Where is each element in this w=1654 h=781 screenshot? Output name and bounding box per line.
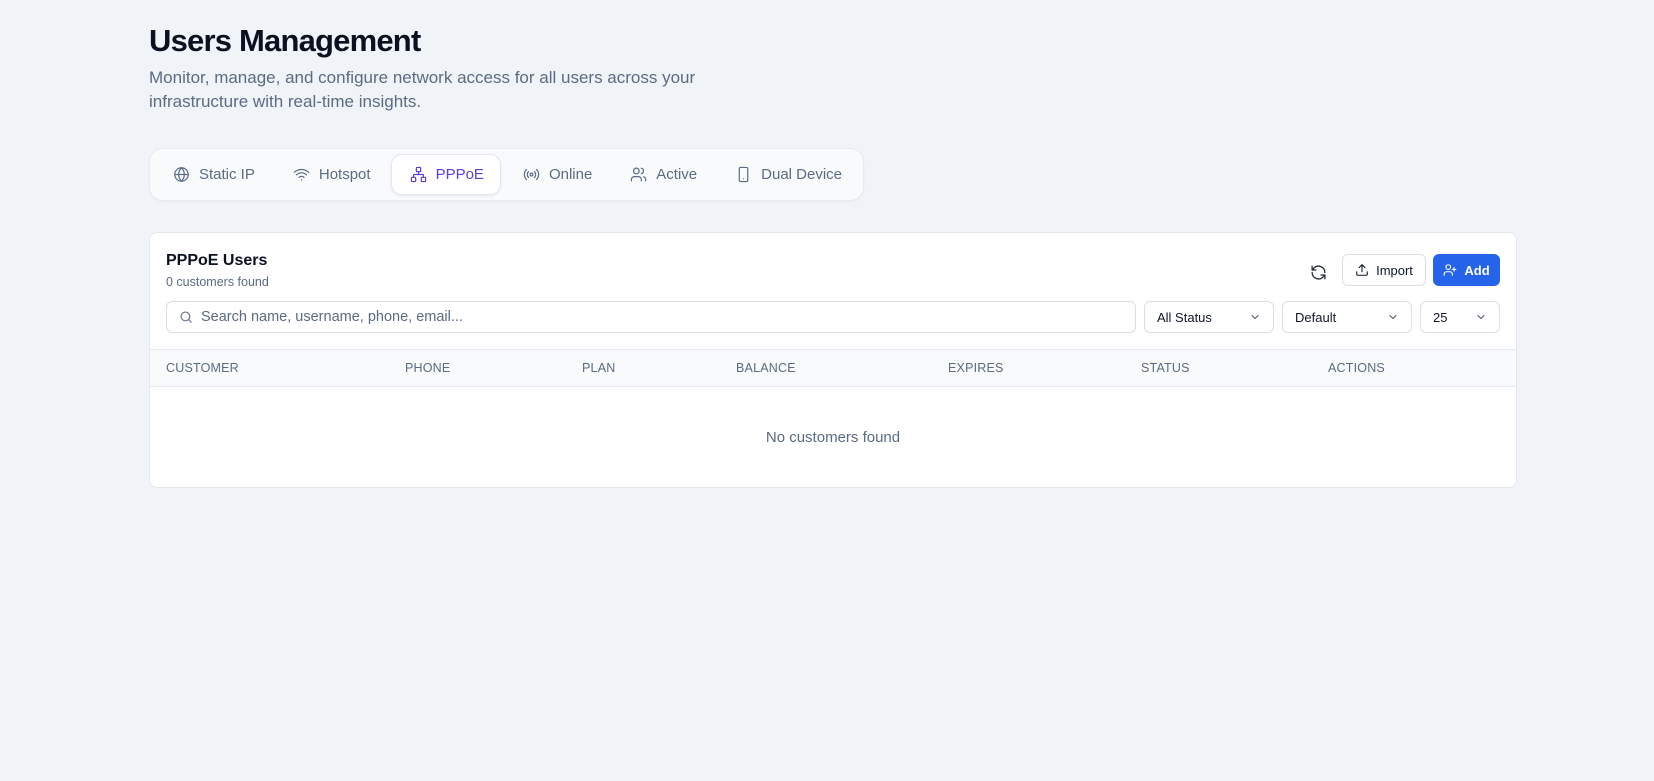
search-input[interactable] — [201, 303, 1135, 331]
tab-label: Online — [548, 166, 593, 183]
column-header-status[interactable]: STATUS — [1141, 350, 1190, 386]
tab-label: Static IP — [199, 166, 255, 183]
sort-value: Default — [1295, 309, 1337, 325]
upload-icon — [1356, 264, 1368, 276]
card-title: PPPoE Users — [166, 252, 268, 269]
refresh-button[interactable] — [1301, 256, 1335, 288]
network-icon — [410, 166, 426, 183]
radio-icon — [523, 168, 540, 181]
import-button[interactable]: Import — [1342, 254, 1426, 286]
customer-count: 0 customers found — [166, 275, 269, 289]
column-header-plan[interactable]: PLAN — [582, 350, 615, 386]
column-header-expires[interactable]: EXPIRES — [948, 350, 1004, 386]
tab-active[interactable]: Active — [612, 154, 713, 195]
page-size-value: 25 — [1433, 309, 1448, 325]
card-header: PPPoE Users 0 customers found Import Add… — [150, 233, 1516, 349]
chevron-down-icon — [1389, 315, 1397, 319]
tab-pppoe[interactable]: PPPoE — [390, 154, 501, 195]
page-title: Users Management — [149, 23, 421, 58]
tab-static-ip[interactable]: Static IP — [155, 154, 271, 195]
status-filter-select[interactable]: All Status — [1144, 301, 1274, 333]
wifi-icon — [293, 168, 310, 181]
status-filter-value: All Status — [1157, 309, 1212, 325]
column-header-balance[interactable]: BALANCE — [736, 350, 796, 386]
page-size-select[interactable]: 25 — [1420, 301, 1500, 333]
table-header: CUSTOMER PHONE PLAN BALANCE EXPIRES STAT… — [150, 349, 1516, 387]
column-header-phone[interactable]: PHONE — [405, 350, 450, 386]
chevron-down-icon — [1251, 315, 1259, 319]
tab-dual-device[interactable]: Dual Device — [717, 154, 858, 195]
users-icon — [631, 167, 647, 182]
search-box — [166, 301, 1136, 333]
tab-label: Hotspot — [318, 166, 371, 183]
column-header-actions: ACTIONS — [1328, 361, 1385, 375]
user-type-tabs: Static IP Hotspot PPPoE Online Active Du… — [149, 148, 865, 201]
refresh-icon — [1310, 264, 1326, 280]
user-plus-icon — [1443, 264, 1457, 276]
globe-icon — [174, 167, 189, 182]
tab-label: Dual Device — [761, 166, 843, 183]
pppoe-users-card: PPPoE Users 0 customers found Import Add… — [149, 232, 1517, 488]
page-subtitle: Monitor, manage, and configure network a… — [149, 68, 696, 111]
add-user-button[interactable]: Add — [1433, 254, 1500, 286]
sort-select[interactable]: Default — [1282, 301, 1412, 333]
chevron-down-icon — [1477, 315, 1485, 319]
search-icon — [180, 311, 192, 323]
add-label: Add — [1464, 262, 1490, 278]
column-header-customer[interactable]: CUSTOMER — [166, 350, 239, 386]
page-container: Users Management Monitor, manage, and co… — [149, 22, 1517, 488]
smartphone-icon — [738, 166, 749, 183]
tab-label: PPPoE — [435, 166, 484, 183]
tab-label: Active — [656, 166, 698, 183]
import-label: Import — [1376, 262, 1413, 278]
empty-state-message: No customers found — [765, 428, 901, 446]
tab-hotspot[interactable]: Hotspot — [275, 154, 387, 195]
tab-online[interactable]: Online — [505, 154, 608, 195]
